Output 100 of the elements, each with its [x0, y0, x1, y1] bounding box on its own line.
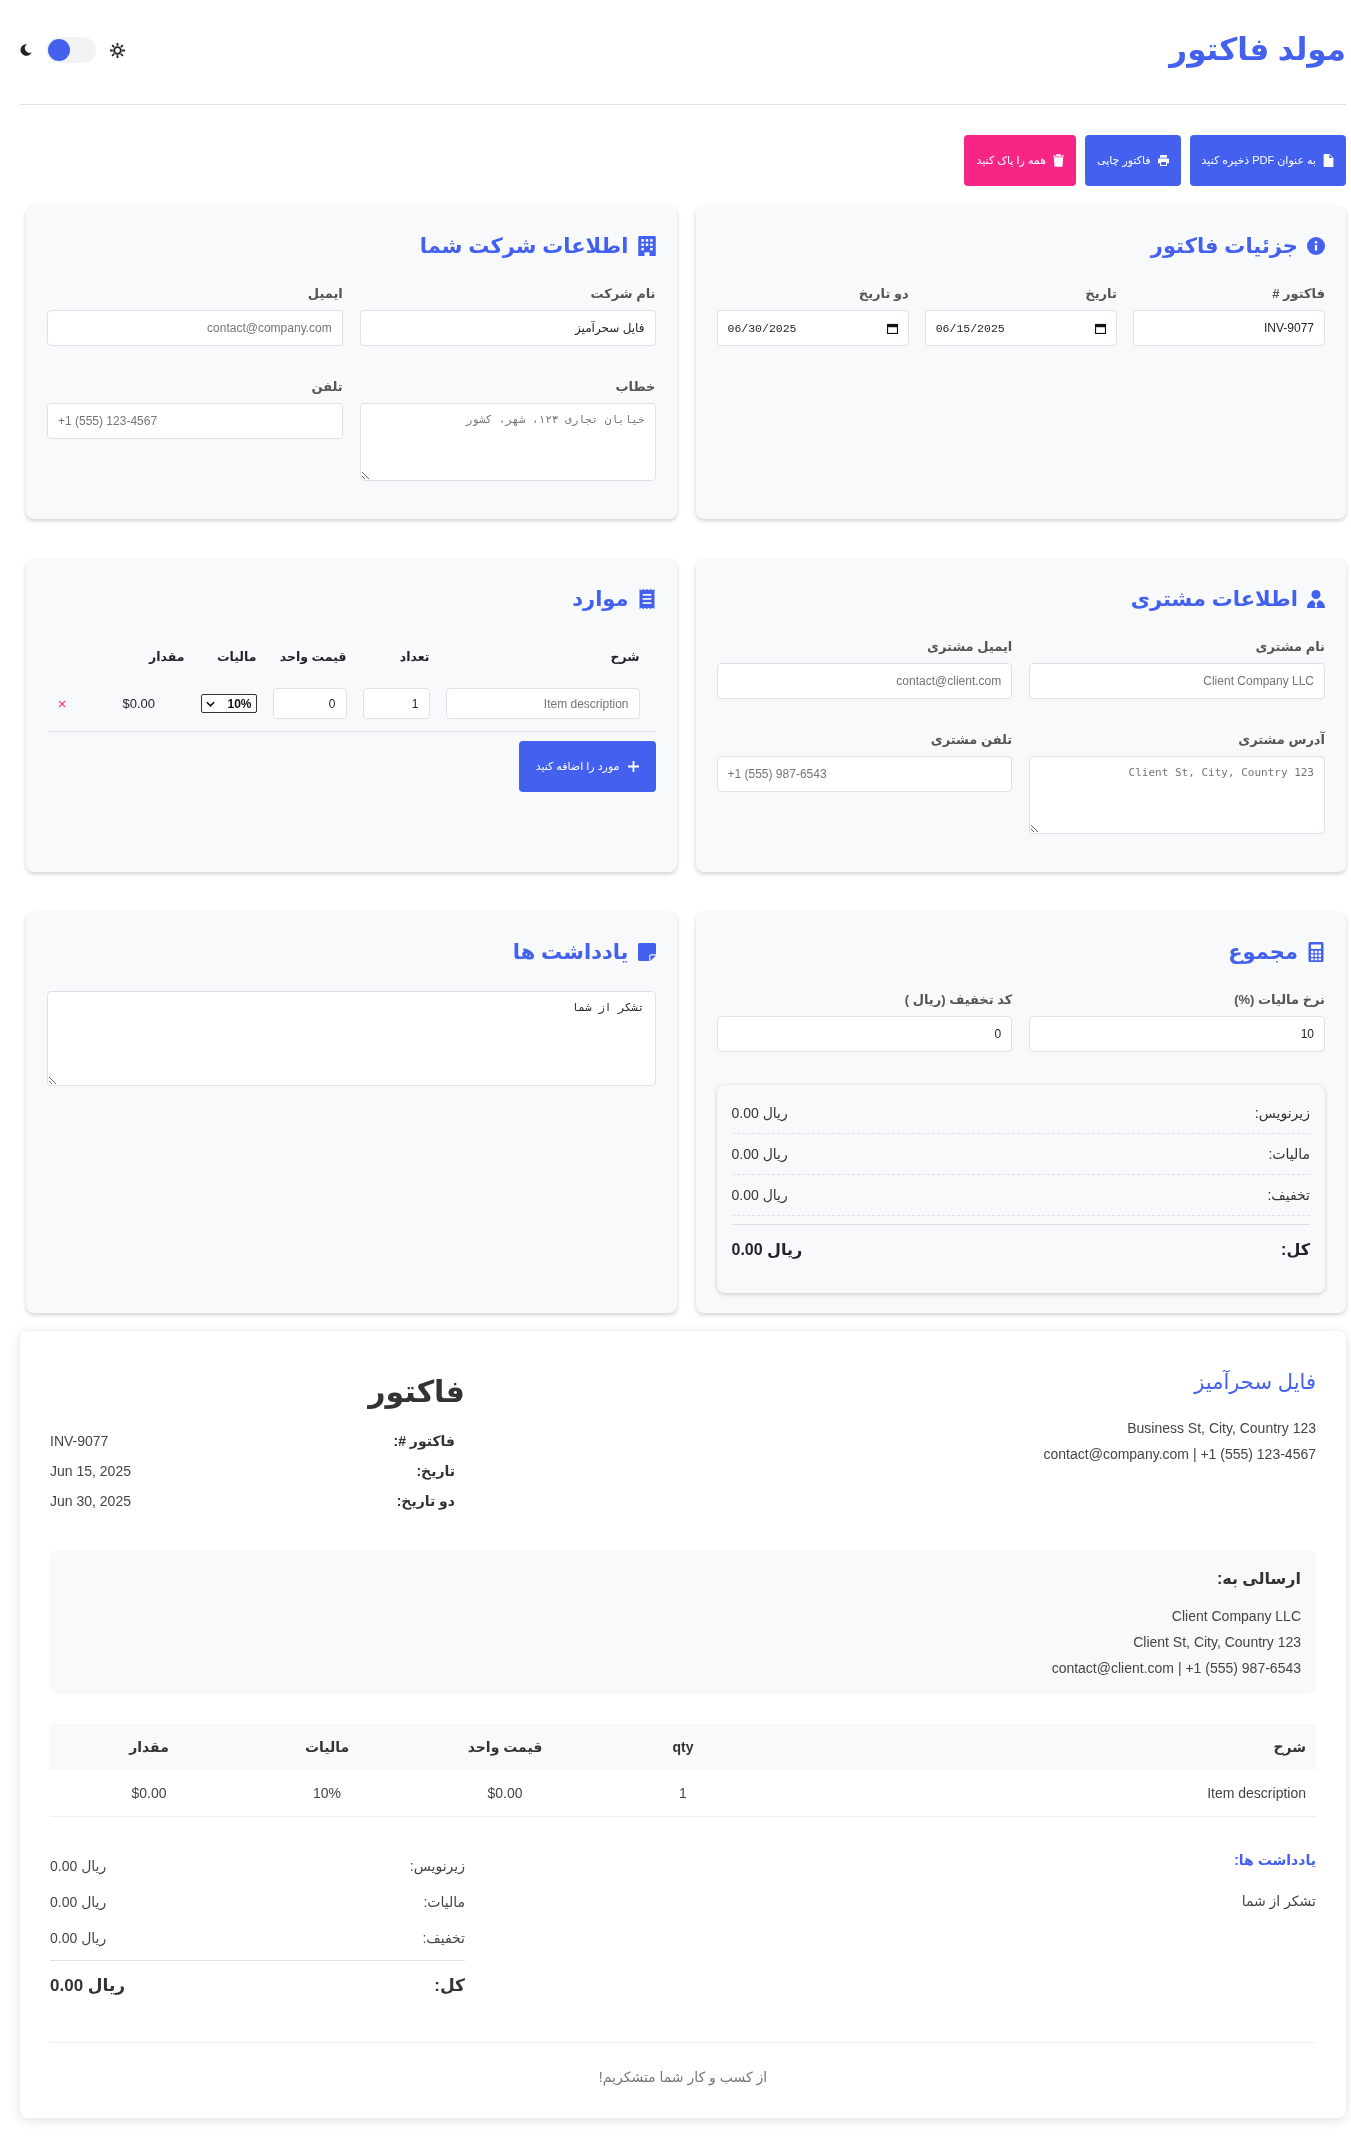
description-field[interactable]: Item description — [445, 688, 640, 719]
meta-value: Jun 15, 2025 — [50, 1462, 131, 1481]
client-detail: contact@client.com | +1 (555) 987-6543 — [1051, 1659, 1301, 1678]
textarea-field[interactable]: Client St, City, Country 123 — [1029, 756, 1325, 834]
footer-text: از کسب و کار شما متشکریم! — [598, 2068, 768, 2088]
table-cell-text: $0.00 — [130, 1784, 168, 1803]
summary-label: مالیات: — [1268, 1145, 1310, 1164]
page-title: مولد فاکتور — [1169, 31, 1346, 70]
input-field[interactable]: INV-9077 — [1132, 310, 1325, 346]
date-field[interactable]: 06/15/2025 — [924, 310, 1117, 346]
clear-all-button[interactable]: همه را پاک کنید — [964, 135, 1076, 186]
field-label: ایمیل — [307, 285, 343, 302]
summary-label: مالیات: — [423, 1893, 465, 1912]
input-field[interactable]: 0 — [716, 1016, 1013, 1052]
input-field[interactable]: 10 — [1029, 1016, 1325, 1052]
calendar-icon — [886, 322, 898, 334]
user-icon — [1307, 589, 1325, 609]
field-label: کد تخفیف (ریال ) — [904, 991, 1013, 1008]
total-value: ریال 0.00 — [731, 1240, 803, 1261]
input-field[interactable]: contact@client.com — [716, 663, 1013, 699]
summary-value: ریال 0.00 — [731, 1186, 788, 1205]
total-label: کل: — [434, 1975, 465, 1997]
column-header: qty — [671, 1738, 695, 1757]
meta-value: Jun 30, 2025 — [50, 1492, 131, 1511]
file-icon — [1323, 154, 1334, 167]
theme-toggle[interactable] — [46, 37, 96, 63]
input-field[interactable]: contact@company.com — [47, 310, 343, 346]
field-label: دو تاریخ — [858, 285, 909, 302]
notes-field[interactable]: تشکر از شما — [47, 991, 656, 1086]
column-header: مالیات — [303, 1738, 351, 1757]
column-header: قیمت واحد — [279, 649, 347, 666]
summary-label: تخفیف: — [422, 1929, 465, 1948]
amount-text: $0.00 — [122, 696, 156, 711]
table-cell-text: $0.00 — [486, 1784, 524, 1803]
table-cell-text: Item description — [1206, 1784, 1306, 1803]
summary-label: زیرنویس: — [409, 1857, 465, 1877]
card-title: موارد — [572, 586, 629, 613]
receipt-icon — [637, 589, 656, 609]
summary-label: تخفیف: — [1267, 1186, 1310, 1205]
invoice-title: فاکتور — [368, 1374, 465, 1411]
field-label: تلفن مشتری — [930, 731, 1013, 748]
field-label: نرخ مالیات (%) — [1234, 991, 1325, 1008]
field-label: فاکتور # — [1272, 285, 1325, 302]
summary-value: ریال 0.00 — [50, 1893, 107, 1913]
field-label: نام مشتری — [1255, 638, 1325, 655]
field-label: تاریخ — [1085, 285, 1117, 302]
trash-icon — [1053, 154, 1064, 167]
company-detail: Business St, City, Country 123 — [1127, 1419, 1316, 1438]
remove-button[interactable]: × — [55, 694, 69, 713]
client-detail: Client Company LLC — [1171, 1607, 1301, 1626]
table-cell-text: 1 — [678, 1784, 688, 1803]
notes-text: تشکر از شما — [1241, 1892, 1316, 1912]
card-title: اطلاعات شرکت شما — [419, 233, 629, 260]
date-field[interactable]: 06/30/2025 — [716, 310, 909, 346]
summary-value: ریال 0.00 — [50, 1929, 107, 1949]
phone-field[interactable]: +1 (555) 123-4567 — [47, 403, 343, 439]
card-title: اطلاعات مشتری — [1130, 586, 1298, 613]
input-field[interactable]: فایل سحرآمیز — [359, 310, 656, 346]
column-header: شرح — [610, 649, 640, 666]
phone-field[interactable]: +1 (555) 987-6543 — [716, 756, 1013, 792]
input-field[interactable]: Client Company LLC — [1029, 663, 1325, 699]
print-button[interactable]: فاکتور چاپی — [1085, 135, 1181, 186]
meta-label: فاکتور #: — [393, 1432, 455, 1452]
textarea-field[interactable]: خیابان تجاری ۱۲۳، شهر، کشور — [359, 403, 656, 481]
field-label: تلفن — [311, 378, 343, 395]
plus-icon — [627, 761, 639, 772]
summary-value: ریال 0.00 — [731, 1145, 788, 1164]
caret-icon — [205, 700, 215, 707]
building-icon — [637, 236, 656, 256]
column-header: تعداد — [399, 649, 430, 666]
company-detail: contact@company.com | +1 (555) 123-4567 — [1043, 1445, 1316, 1464]
save-pdf-button[interactable]: به عنوان PDF ذخیره کنید — [1189, 135, 1346, 186]
summary-value: ریال 0.00 — [731, 1104, 788, 1123]
meta-value: INV-9077 — [50, 1432, 109, 1451]
column-header: مقدار — [127, 1738, 170, 1757]
column-header: شرح — [1272, 1738, 1306, 1758]
calendar-icon — [1094, 322, 1106, 334]
column-header: قیمت واحد — [466, 1738, 544, 1758]
field-label: خطاب — [615, 378, 656, 395]
card-title: جزئیات فاکتور — [1150, 233, 1298, 260]
table-cell-text: 10% — [312, 1784, 342, 1803]
column-header: مالیات — [217, 649, 257, 666]
meta-label: دو تاریخ: — [396, 1492, 455, 1512]
column-header: مقدار — [149, 649, 185, 666]
add-item-button[interactable]: مورد را اضافه کنید — [518, 741, 656, 792]
calculator-icon — [1307, 942, 1325, 962]
field-label: نام شرکت — [590, 285, 656, 302]
total-value: ریال 0.00 — [50, 1975, 126, 1997]
sun-icon — [110, 42, 125, 58]
summary-label: زیرنویس: — [1254, 1104, 1310, 1124]
card-title: مجموع — [1228, 939, 1298, 966]
info-icon — [1307, 236, 1325, 256]
client-detail: Client St, City, Country 123 — [1133, 1633, 1301, 1652]
quantity-field[interactable]: 1 — [362, 688, 430, 719]
card-title: یادداشت ها — [512, 939, 629, 965]
company-name: فایل سحرآمیز — [1194, 1369, 1316, 1396]
tax-select[interactable]: 10% — [200, 694, 257, 713]
price-field[interactable]: 0 — [272, 688, 347, 719]
moon-icon — [20, 44, 32, 56]
summary-value: ریال 0.00 — [50, 1857, 107, 1877]
